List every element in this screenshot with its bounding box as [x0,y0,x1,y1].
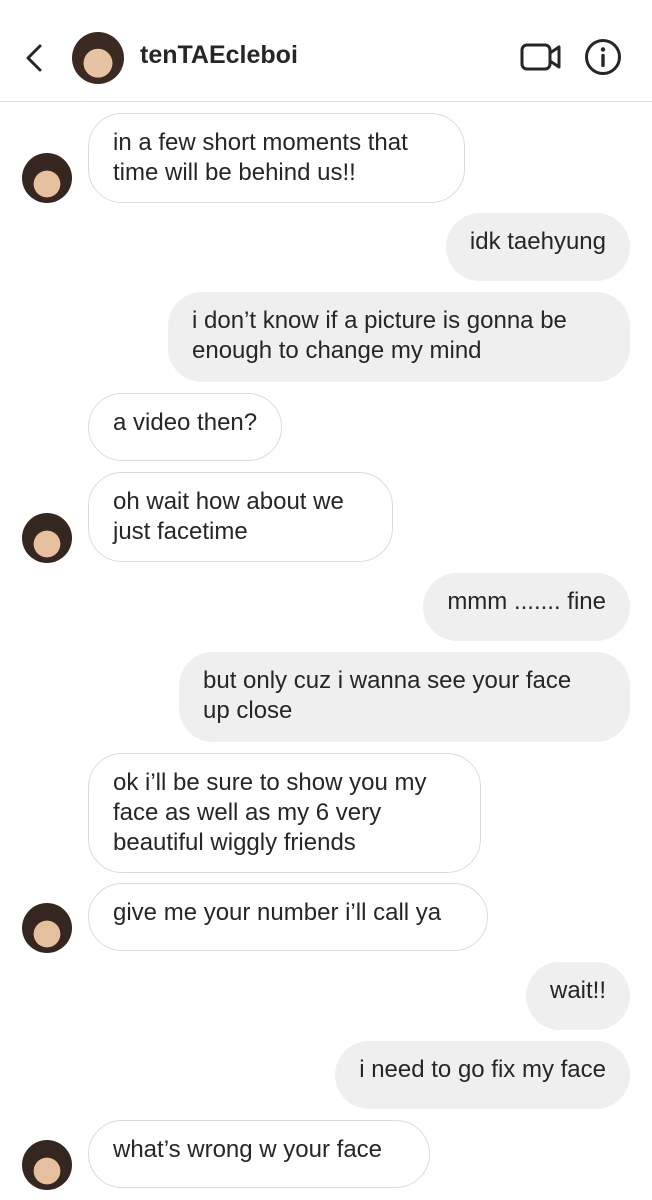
chevron-left-icon [26,44,42,72]
sender-avatar[interactable] [22,513,72,563]
message-line: oh wait how about we [113,488,344,515]
message-line: i need to go fix my face [359,1056,606,1083]
chat-username[interactable]: tenTAEcleboi [140,41,298,70]
chat-header: tenTAEcleboi [0,0,652,102]
message-line: ok i’ll be sure to show you my [113,769,427,796]
message-line: i don’t know if a picture is gonna be [192,307,567,334]
message-line: just facetime [113,518,248,545]
message-line: but only cuz i wanna see your face [203,667,572,694]
sender-avatar[interactable] [22,153,72,203]
message-line: what’s wrong w your face [113,1136,383,1163]
message-bubble-sent[interactable]: i don’t know if a picture is gonna be en… [168,292,630,382]
message-bubble-sent[interactable]: mmm ....... fine [423,573,630,641]
message-line: give me your number i’ll call ya [113,899,442,926]
message-bubble-sent[interactable]: idk taehyung [445,213,630,281]
sender-avatar[interactable] [22,903,72,953]
video-camera-icon [520,43,561,71]
message-line: idk taehyung [469,228,606,255]
message-bubble-sent[interactable]: wait!! [525,962,630,1030]
video-call-button[interactable] [520,40,562,74]
sender-avatar[interactable] [22,1140,72,1190]
message-bubble-received[interactable]: in a few short moments that time will be… [88,113,465,203]
info-icon [585,39,621,75]
message-bubble-received[interactable]: ok i’ll be sure to show you my face as w… [88,753,481,873]
message-line: in a few short moments that [113,129,408,156]
message-line: up close [203,697,293,724]
message-line: wait!! [549,977,606,1004]
info-button[interactable] [584,38,622,76]
message-line: mmm ....... fine [447,588,606,615]
message-line: enough to change my mind [192,337,482,364]
message-bubble-received[interactable]: oh wait how about we just facetime [88,472,393,562]
message-line: face as well as my 6 very [113,799,382,826]
message-bubble-received[interactable]: what’s wrong w your face [88,1120,430,1188]
header-avatar[interactable] [72,32,124,84]
message-bubble-received[interactable]: give me your number i’ll call ya [88,883,488,951]
message-bubble-received[interactable]: a video then? [88,393,283,461]
message-bubble-sent[interactable]: i need to go fix my face [335,1041,630,1109]
back-button[interactable] [22,40,46,76]
message-line: a video then? [113,409,258,436]
message-line: time will be behind us!! [113,159,356,186]
message-bubble-sent[interactable]: but only cuz i wanna see your face up cl… [179,652,630,742]
message-line: beautiful wiggly friends [113,829,356,856]
